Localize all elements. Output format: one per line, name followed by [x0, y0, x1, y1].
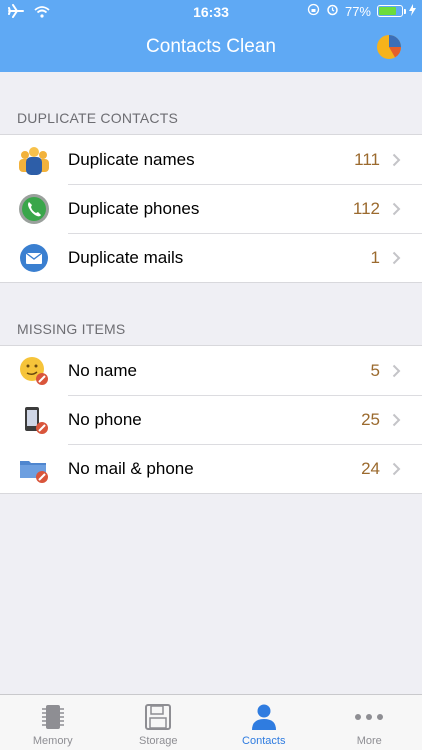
tab-label: Storage	[138, 735, 178, 747]
row-count: 5	[370, 360, 380, 380]
chip-icon	[38, 702, 68, 732]
phone-icon	[17, 192, 51, 226]
status-right: 77%	[307, 3, 416, 19]
page-title: Contacts Clean	[146, 36, 276, 57]
tab-label: Contacts	[242, 735, 286, 747]
battery-icon	[377, 5, 406, 17]
section-header-missing: MISSING ITEMS	[17, 321, 126, 337]
chevron-right-icon	[392, 251, 412, 265]
row-duplicate-mails[interactable]: Duplicate mails 1	[0, 233, 422, 282]
rotation-lock-icon	[307, 3, 320, 19]
row-label: No mail & phone	[68, 458, 194, 478]
tab-label: Memory	[32, 735, 73, 747]
row-no-mail-phone[interactable]: No mail & phone 24	[0, 444, 422, 493]
row-no-name[interactable]: No name 5	[0, 346, 422, 395]
battery-percent: 77%	[344, 3, 371, 19]
row-label: Duplicate names	[68, 149, 195, 169]
battery-fill	[379, 7, 396, 15]
row-count: 25	[361, 409, 380, 429]
tab-storage[interactable]: Storage	[106, 695, 212, 750]
row-count: 24	[361, 458, 380, 478]
person-icon	[249, 702, 279, 732]
tab-bar: Memory Storage Contacts More	[0, 694, 422, 750]
section-header-duplicates: DUPLICATE CONTACTS	[17, 110, 178, 126]
row-duplicate-names[interactable]: Duplicate names 111	[0, 135, 422, 184]
chevron-right-icon	[392, 202, 412, 216]
pie-chart-icon[interactable]	[376, 34, 402, 60]
chevron-right-icon	[392, 462, 412, 476]
row-label: No phone	[68, 409, 142, 429]
tab-label: More	[356, 735, 382, 747]
no-name-face-icon	[17, 354, 51, 388]
charging-icon	[409, 3, 416, 19]
row-count: 111	[354, 149, 380, 169]
status-bar: 16:33 77%	[0, 0, 422, 24]
row-label: No name	[68, 360, 137, 380]
tab-contacts[interactable]: Contacts	[211, 695, 317, 750]
alarm-icon	[326, 3, 339, 19]
top-bar: 16:33 77% Contacts Clean	[0, 0, 422, 72]
floppy-icon	[143, 702, 173, 732]
chevron-right-icon	[392, 364, 412, 378]
more-dots-icon	[354, 702, 384, 732]
chevron-right-icon	[392, 413, 412, 427]
row-no-phone[interactable]: No phone 25	[0, 395, 422, 444]
row-duplicate-phones[interactable]: Duplicate phones 112	[0, 184, 422, 233]
no-mail-folder-icon	[17, 452, 51, 486]
missing-group: No name 5 No phone 25 No mail & phone 24	[0, 345, 422, 494]
row-label: Duplicate mails	[68, 247, 184, 267]
no-phone-icon	[17, 403, 51, 437]
mail-icon	[17, 241, 51, 275]
group-people-icon	[17, 143, 51, 177]
row-label: Duplicate phones	[68, 198, 200, 218]
chevron-right-icon	[392, 153, 412, 167]
tab-more[interactable]: More	[317, 695, 422, 750]
duplicates-group: Duplicate names 111 Duplicate phones 112…	[0, 134, 422, 283]
tab-memory[interactable]: Memory	[0, 695, 106, 750]
row-count: 1	[370, 247, 380, 267]
row-count: 112	[352, 198, 380, 218]
